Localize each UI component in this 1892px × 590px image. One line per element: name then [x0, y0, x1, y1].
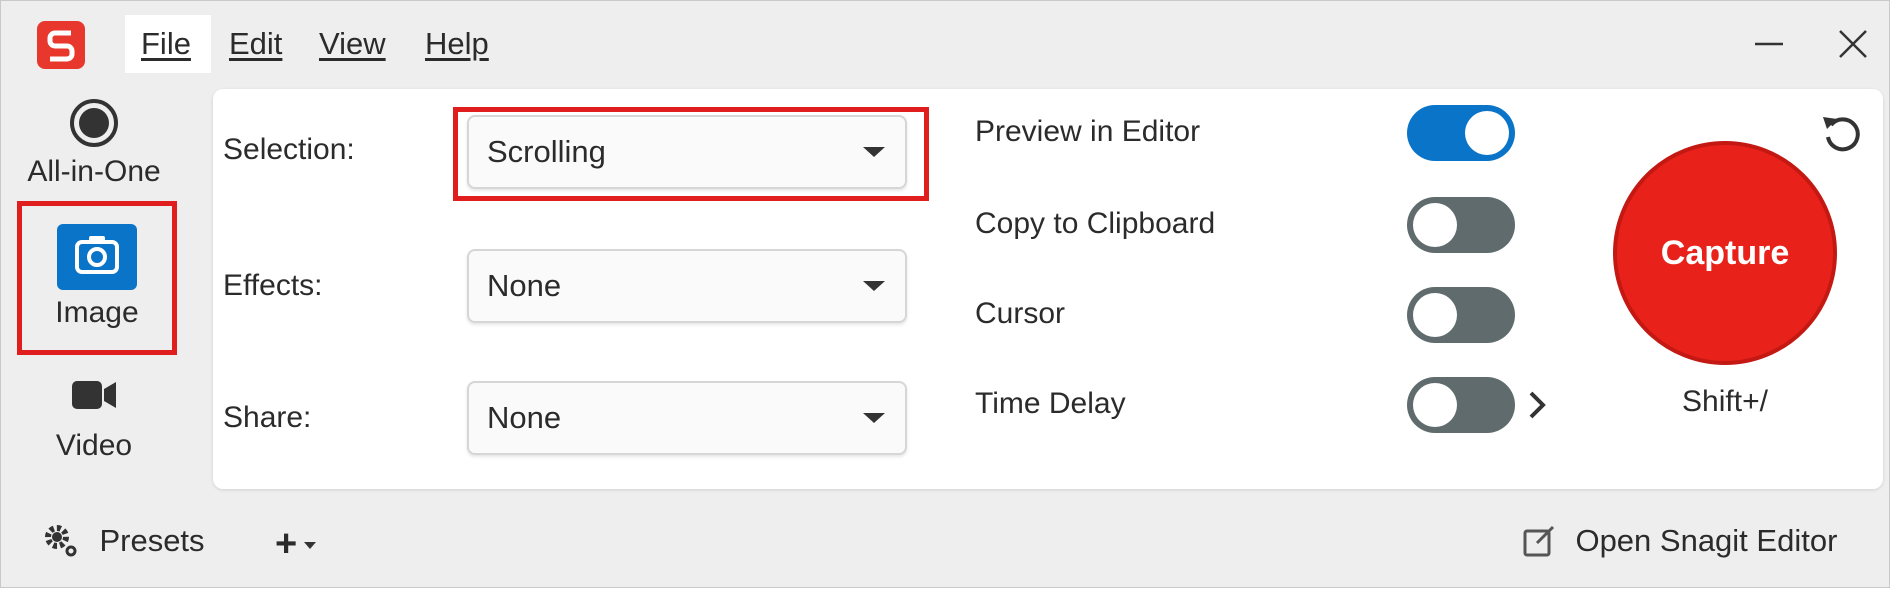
share-label: Share: — [223, 401, 312, 434]
menu-view[interactable]: View — [303, 15, 402, 73]
open-snagit-editor-label: Open Snagit Editor — [1575, 523, 1838, 558]
toggle-knob — [1465, 111, 1509, 155]
edit-icon — [1523, 525, 1555, 557]
toggle-knob — [1413, 293, 1457, 337]
plus-icon: + — [275, 523, 298, 565]
camera-icon — [57, 224, 137, 290]
mode-video-label: Video — [55, 429, 133, 462]
menu-help[interactable]: Help — [409, 15, 505, 73]
capture-button[interactable]: Capture — [1613, 141, 1837, 365]
caret-down-icon — [303, 541, 316, 549]
capture-shortcut: Shift+/ — [1682, 385, 1768, 418]
record-dot-icon — [70, 99, 118, 147]
selection-value: Scrolling — [487, 134, 606, 169]
video-camera-icon — [72, 381, 116, 409]
presets-button[interactable]: Presets — [41, 521, 205, 561]
presets-label: Presets — [99, 523, 205, 558]
menu-file[interactable]: File — [125, 15, 211, 73]
mode-image-label: Image — [55, 296, 139, 329]
mode-video[interactable]: Video — [15, 373, 173, 463]
toggle-knob — [1413, 203, 1457, 247]
cursor-label: Cursor — [975, 297, 1066, 330]
gear-icon — [45, 525, 77, 557]
time-delay-expand-button[interactable] — [1525, 385, 1551, 430]
reset-button[interactable] — [1819, 109, 1865, 160]
chevron-down-icon — [863, 413, 885, 423]
effects-dropdown[interactable]: None — [467, 249, 907, 323]
close-icon — [1839, 30, 1867, 58]
selection-dropdown[interactable]: Scrolling — [467, 115, 907, 189]
menu-edit[interactable]: Edit — [213, 15, 298, 73]
mode-all-in-one[interactable]: All-in-One — [15, 97, 173, 189]
add-preset-button[interactable]: + — [275, 523, 318, 566]
time-delay-toggle[interactable] — [1407, 377, 1515, 433]
share-dropdown[interactable]: None — [467, 381, 907, 455]
cursor-toggle[interactable] — [1407, 287, 1515, 343]
chevron-down-icon — [863, 281, 885, 291]
minimize-icon — [1755, 42, 1783, 46]
time-delay-label: Time Delay — [975, 387, 1126, 420]
preview-in-editor-toggle[interactable] — [1407, 105, 1515, 161]
close-button[interactable] — [1827, 19, 1879, 69]
mode-image[interactable]: Image — [17, 201, 177, 355]
capture-settings-panel: Selection: Scrolling Effects: None Share… — [213, 89, 1883, 489]
snagit-logo-icon — [37, 21, 85, 69]
copy-to-clipboard-toggle[interactable] — [1407, 197, 1515, 253]
effects-label: Effects: — [223, 269, 323, 302]
preview-in-editor-label: Preview in Editor — [975, 115, 1201, 148]
reset-icon — [1823, 117, 1860, 152]
open-snagit-editor-button[interactable]: Open Snagit Editor — [1519, 521, 1837, 561]
share-value: None — [487, 400, 562, 435]
mode-all-in-one-label: All-in-One — [27, 155, 161, 188]
copy-to-clipboard-label: Copy to Clipboard — [975, 207, 1216, 240]
chevron-right-icon — [1529, 391, 1546, 419]
toggle-knob — [1413, 383, 1457, 427]
selection-label: Selection: — [223, 133, 355, 166]
minimize-button[interactable] — [1743, 19, 1795, 69]
effects-value: None — [487, 268, 562, 303]
snagit-capture-window: File Edit View Help All-in-One Image Vid… — [0, 0, 1890, 588]
chevron-down-icon — [863, 147, 885, 157]
